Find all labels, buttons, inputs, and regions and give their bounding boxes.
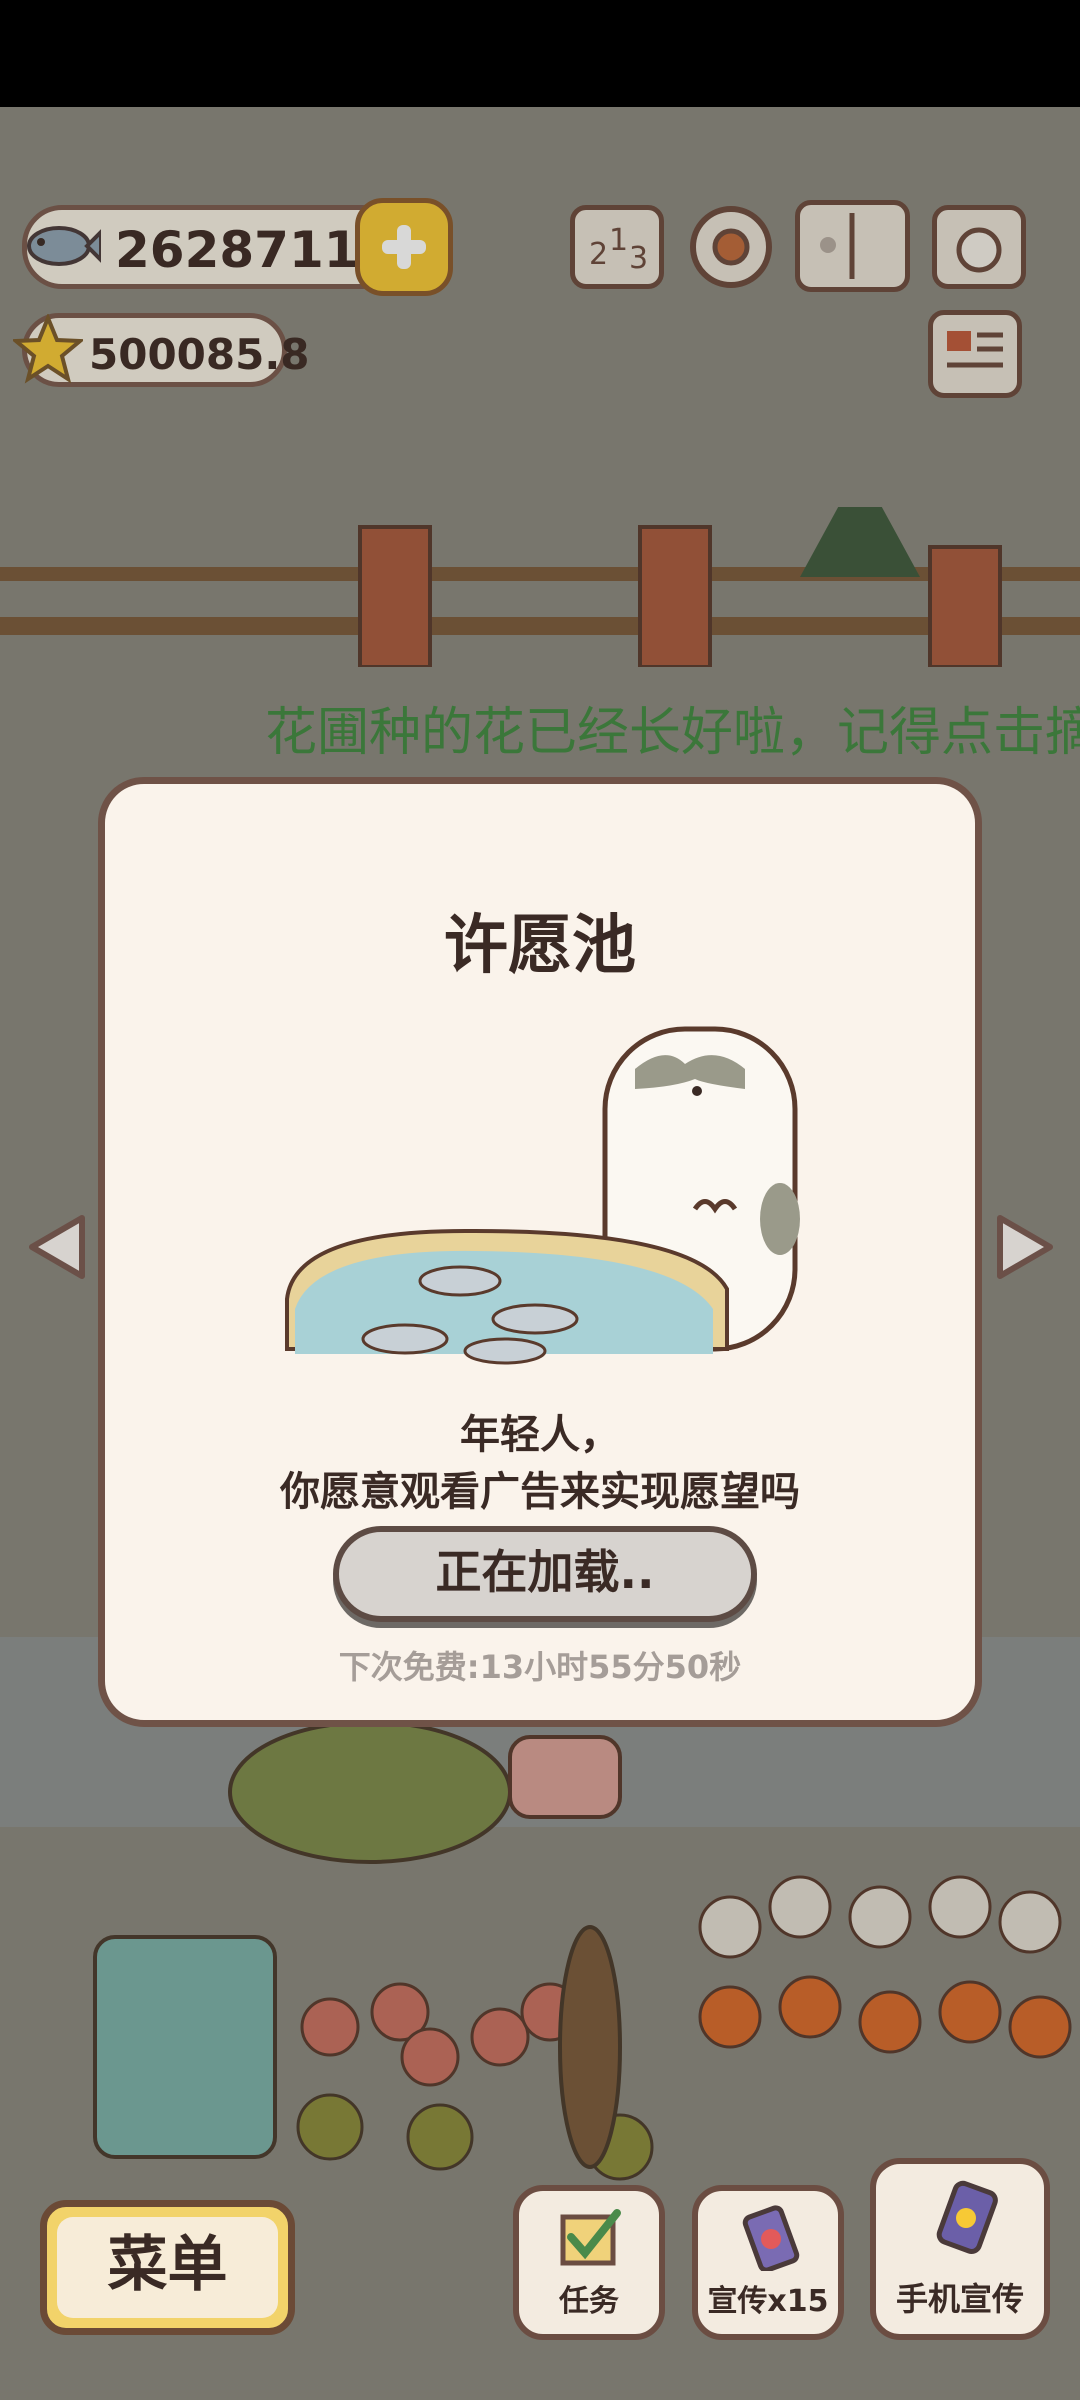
loading-ad-button[interactable]: 正在加载..	[333, 1526, 757, 1622]
task-button[interactable]: 任务	[513, 2185, 665, 2340]
menu-button-label: 菜单	[57, 2217, 278, 2318]
phone-ad-icon	[742, 2205, 800, 2271]
menu-button[interactable]: 菜单	[40, 2200, 295, 2335]
next-free-countdown: 下次免费:13小时55分50秒	[338, 1648, 742, 1686]
dialog-message-line1: 年轻人，	[460, 1412, 620, 1458]
left-arrow-icon[interactable]	[22, 1212, 92, 1282]
dialog-message-line2: 你愿意观看广告来实现愿望吗	[280, 1469, 800, 1515]
right-arrow-icon[interactable]	[990, 1212, 1060, 1282]
dialog-title: 许愿池	[444, 909, 636, 983]
promote-button[interactable]: 宣传x15	[692, 2185, 844, 2340]
checkmark-icon	[560, 2209, 621, 2266]
wishing-well-illustration	[285, 1026, 800, 1365]
promote-label: 宣传x15	[707, 2284, 829, 2319]
phone-promote-button[interactable]: 手机宣传	[870, 2158, 1050, 2340]
phone-icon	[936, 2180, 998, 2254]
phone-promote-label: 手机宣传	[895, 2280, 1024, 2318]
wishing-well-dialog: 许愿池 年轻人， 你愿意观看广告来实现愿望吗 正在加载.. 下次免费:13小时5…	[98, 777, 982, 1727]
task-label: 任务	[559, 2284, 619, 2319]
status-bar	[0, 0, 1080, 107]
